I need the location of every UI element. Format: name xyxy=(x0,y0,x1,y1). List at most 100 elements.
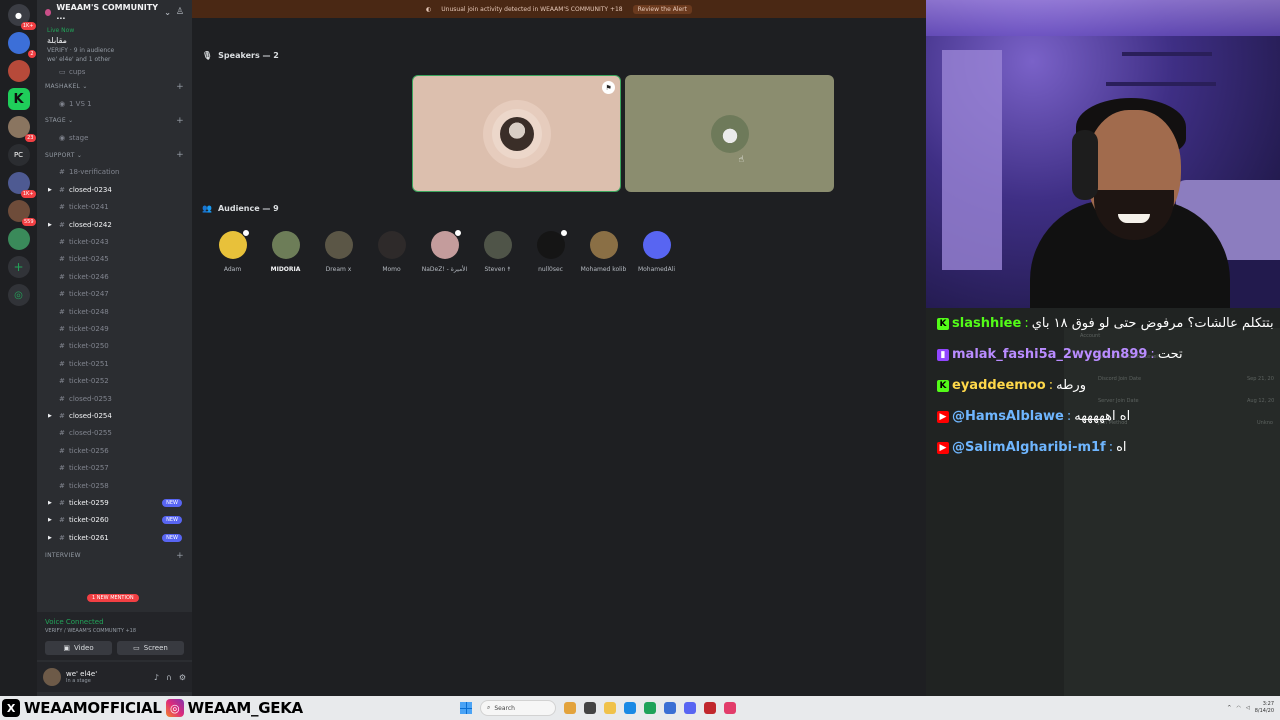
channel-item[interactable]: # ticket-0245 xyxy=(37,251,192,268)
channel-item[interactable]: # closed-0253 xyxy=(37,390,192,407)
channel-label: ticket-0250 xyxy=(69,342,109,351)
audience-member[interactable]: Adam xyxy=(206,229,259,273)
channel-item[interactable]: ▶ # closed-0254 xyxy=(37,407,192,424)
channel-item[interactable]: # ticket-0258 xyxy=(37,477,192,494)
channel-item[interactable]: # ticket-0256 xyxy=(37,442,192,459)
screen-share-button[interactable]: ▭ Screen xyxy=(117,641,184,655)
hash-icon: # xyxy=(59,377,65,386)
add-channel-icon[interactable]: + xyxy=(176,551,184,561)
audience-member[interactable]: Dream x xyxy=(312,231,365,273)
chrome-icon[interactable] xyxy=(644,702,656,714)
chevron-down-icon[interactable]: ⌄ xyxy=(164,8,171,17)
live-stage-card[interactable]: Live Now مقابلة VERIFY · 9 in audience w… xyxy=(43,24,186,66)
channel-item[interactable]: # ticket-0249 xyxy=(37,320,192,337)
channel-item[interactable]: # ticket-0252 xyxy=(37,372,192,389)
channel-item[interactable]: # ticket-0250 xyxy=(37,338,192,355)
kick-server-icon[interactable]: K xyxy=(7,88,30,110)
add-channel-icon[interactable]: + xyxy=(176,150,184,160)
audience-label: Audience — 9 xyxy=(217,204,279,213)
gear-icon[interactable]: ⚙ xyxy=(179,673,186,682)
server-icon-blue[interactable]: 1K+ xyxy=(7,172,36,198)
audience-member[interactable]: Steven ☨ xyxy=(471,231,524,273)
channel-item[interactable]: # ticket-0248 xyxy=(37,303,192,320)
new-mention-pill[interactable]: 1 NEW MENTION xyxy=(87,594,139,602)
channel-label: ticket-0249 xyxy=(69,324,109,333)
alert-icon: ◐ xyxy=(426,5,432,13)
windows-start-icon[interactable] xyxy=(460,702,472,714)
category-stage[interactable]: STAGE ⌄ + xyxy=(37,112,192,129)
video-button[interactable]: ▣ Video xyxy=(45,641,112,655)
volume-icon[interactable]: ◁ xyxy=(1246,705,1250,711)
live-meta: VERIFY · 9 in audience xyxy=(47,47,115,54)
speaker-tile[interactable]: ⚑ xyxy=(412,75,621,192)
channel-item[interactable]: # ticket-0257 xyxy=(37,459,192,476)
microphone-icon[interactable]: ♪ xyxy=(154,673,159,682)
channel-item[interactable]: # ticket-0247 xyxy=(37,286,192,303)
clock-date[interactable]: 8/14/20 xyxy=(1255,708,1274,715)
channel-cups[interactable]: ▭ cups xyxy=(37,66,192,78)
channel-item[interactable]: #18-verification xyxy=(37,164,192,181)
add-server-icon[interactable]: + xyxy=(7,256,30,278)
headphones-icon[interactable]: ∩ xyxy=(166,673,172,682)
hash-icon: # xyxy=(59,255,65,264)
file-explorer-icon[interactable] xyxy=(604,702,616,714)
server-icon-brown[interactable]: 559 xyxy=(7,200,36,226)
discord-taskbar-icon[interactable] xyxy=(684,702,696,714)
audience-member[interactable]: Mohamed kolib xyxy=(577,231,630,273)
add-member-icon[interactable]: ♙ xyxy=(176,7,184,17)
server-icon-community[interactable]: 23 xyxy=(7,116,36,142)
server-icon-green[interactable] xyxy=(7,228,30,250)
audience-member[interactable]: NaDeZ! - الأميرة xyxy=(418,229,471,273)
speaker-tile[interactable]: ☝ xyxy=(625,75,834,192)
channel-item[interactable]: ▶ # closed-0234 xyxy=(37,181,192,198)
audience-member[interactable]: Momo xyxy=(365,231,418,273)
taskbar-app-icon[interactable] xyxy=(704,702,716,714)
channel-item[interactable]: ▶ # ticket-0261 NEW xyxy=(37,529,192,546)
chat-text: اه اهههههه xyxy=(1074,409,1131,424)
audience-member[interactable]: MohamedAli xyxy=(630,231,683,273)
hash-icon: # xyxy=(59,185,65,194)
taskbar-app-icon[interactable] xyxy=(664,702,676,714)
channel-1vs1[interactable]: ◉ 1 VS 1 xyxy=(37,95,192,112)
review-alert-button[interactable]: Review the Alert xyxy=(632,4,692,14)
audience-name: Dream x xyxy=(325,266,352,273)
voice-location[interactable]: VERIFY / WEAAM'S COMMUNITY +18 xyxy=(45,628,184,634)
wifi-icon[interactable]: ◠ xyxy=(1236,705,1240,711)
tray-chevron-icon[interactable]: ^ xyxy=(1227,705,1231,711)
channel-item[interactable]: # closed-0255 xyxy=(37,425,192,442)
category-interview[interactable]: INTERVIEW + xyxy=(37,547,192,564)
taskbar-app-icon[interactable] xyxy=(724,702,736,714)
channel-label: ticket-0243 xyxy=(69,238,109,247)
channel-item[interactable]: # ticket-0243 xyxy=(37,233,192,250)
taskbar-search[interactable]: ⌕ Search xyxy=(480,700,556,716)
speaker-avatar xyxy=(710,114,749,153)
server-icon-avatar[interactable] xyxy=(7,60,30,82)
channel-item[interactable]: # ticket-0241 xyxy=(37,199,192,216)
server-icon-pc[interactable]: PC xyxy=(7,144,30,166)
chat-text: تحت xyxy=(1157,347,1183,362)
channel-item[interactable]: # ticket-0251 xyxy=(37,355,192,372)
channel-stage[interactable]: ◉ stage xyxy=(37,129,192,146)
channel-item[interactable]: ▶ # ticket-0259 NEW xyxy=(37,494,192,511)
audience-member[interactable]: MIDORIA xyxy=(259,231,312,273)
channel-item[interactable]: ▶ # ticket-0260 NEW xyxy=(37,512,192,529)
unread-arrow-icon: ▶ xyxy=(48,517,52,524)
taskbar-app-icon[interactable] xyxy=(584,702,596,714)
edge-icon[interactable] xyxy=(624,702,636,714)
hash-icon: # xyxy=(59,464,65,473)
server-icon-layers[interactable]: 2 xyxy=(7,32,36,58)
moderator-icon: ⚑ xyxy=(602,81,615,94)
category-support[interactable]: SUPPORT ⌄ + xyxy=(37,147,192,164)
discord-home-icon[interactable]: ● 1K+ xyxy=(7,4,36,30)
server-header[interactable]: WEAAM'S COMMUNITY ... ⌄ ♙ xyxy=(37,0,192,24)
avatar[interactable] xyxy=(43,668,61,686)
taskbar-app-icon[interactable] xyxy=(564,702,576,714)
add-channel-icon[interactable]: + xyxy=(176,82,184,92)
add-channel-icon[interactable]: + xyxy=(176,116,184,126)
channel-item[interactable]: # ticket-0246 xyxy=(37,268,192,285)
category-mashakel[interactable]: MASHAKEL ⌄ + xyxy=(37,78,192,95)
discover-icon[interactable]: ◎ xyxy=(7,284,30,306)
audience-member[interactable]: null0sec xyxy=(524,229,577,273)
channel-item[interactable]: ▶ # closed-0242 xyxy=(37,216,192,233)
clock-time[interactable]: 3:27 xyxy=(1255,701,1274,708)
